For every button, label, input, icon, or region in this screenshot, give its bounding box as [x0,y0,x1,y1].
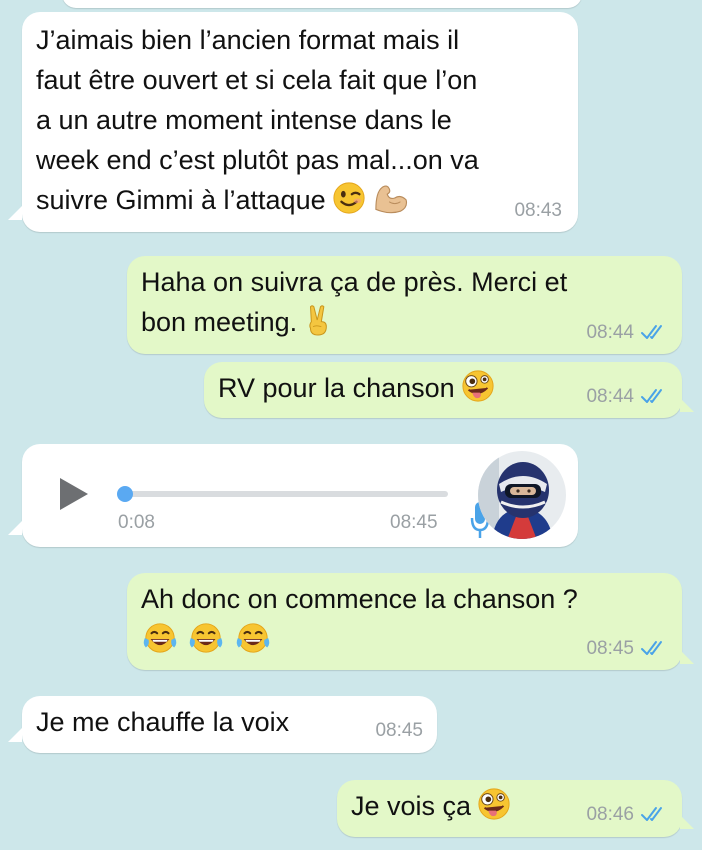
message-bubble-outgoing[interactable]: Je vois ça 08:46 [337,780,682,837]
message-text: Je vois ça [351,791,472,821]
message-timestamp: 08:45 [586,638,634,659]
bubble-tail [8,206,22,220]
emoji-row [141,621,272,657]
message-text-line: week end c’est plutôt pas mal...on va [36,145,479,175]
voice-duration: 0:08 [118,512,155,533]
bubble-tail [680,650,694,664]
victory-hand-emoji [303,303,333,337]
read-receipt-icon [640,387,668,405]
play-icon[interactable] [58,476,90,512]
bubble-tail [8,728,22,742]
message-timestamp: 08:44 [586,386,634,407]
message-text: RV pour la chanson [218,373,455,403]
message-text-line: RV pour la chanson [218,368,495,408]
bubble-tail [8,521,22,535]
message-text-line: Haha on suivra ça de près. Merci et [141,267,568,297]
message-text-line: suivre Gimmi à l’attaque [36,180,410,220]
message-text-line: Je me chauffe la voix [36,707,290,737]
read-receipt-icon [640,639,668,657]
message-bubble-incoming-partial[interactable] [62,0,582,8]
read-receipt-icon [640,805,668,823]
voice-progress-knob[interactable] [117,486,133,502]
message-bubble-incoming[interactable]: Je me chauffe la voix 08:45 [22,696,437,753]
bubble-tail [680,398,694,412]
tears-of-joy-emoji [234,621,272,655]
message-text-line: Ah donc on commence la chanson ? [141,584,578,614]
message-timestamp: 08:44 [586,322,634,343]
message-bubble-outgoing[interactable]: Ah donc on commence la chanson ? 08:45 [127,573,682,670]
voice-progress-track[interactable] [118,491,448,497]
message-text: bon meeting. [141,307,298,337]
read-receipt-icon [640,323,668,341]
message-text: suivre Gimmi à l’attaque [36,185,326,215]
message-timestamp: 08:43 [514,200,562,221]
message-bubble-outgoing[interactable]: RV pour la chanson 08:44 [204,362,682,418]
message-text-line: faut être ouvert et si cela fait que l’o… [36,65,478,95]
voice-message-bubble[interactable]: 0:08 08:45 [22,444,578,547]
tears-of-joy-emoji [187,621,225,655]
message-text-line: a un autre moment intense dans le [36,105,452,135]
message-bubble-incoming[interactable]: J’aimais bien l’ancien format mais il fa… [22,12,578,232]
message-timestamp: 08:45 [390,512,438,533]
flexed-biceps-emoji [372,181,410,215]
sender-avatar[interactable] [477,450,567,540]
bubble-tail [680,815,694,829]
tears-of-joy-emoji [141,621,179,655]
message-text-line: Je vois ça [351,786,511,826]
message-text-line: J’aimais bien l’ancien format mais il [36,25,460,55]
zany-face-emoji [461,369,495,403]
wink-face-emoji [332,181,366,215]
message-timestamp: 08:45 [375,720,423,741]
message-bubble-outgoing[interactable]: Haha on suivra ça de près. Merci et bon … [127,256,682,354]
message-timestamp: 08:46 [586,804,634,825]
zany-face-emoji [477,787,511,821]
message-text-line: bon meeting. [141,302,333,342]
